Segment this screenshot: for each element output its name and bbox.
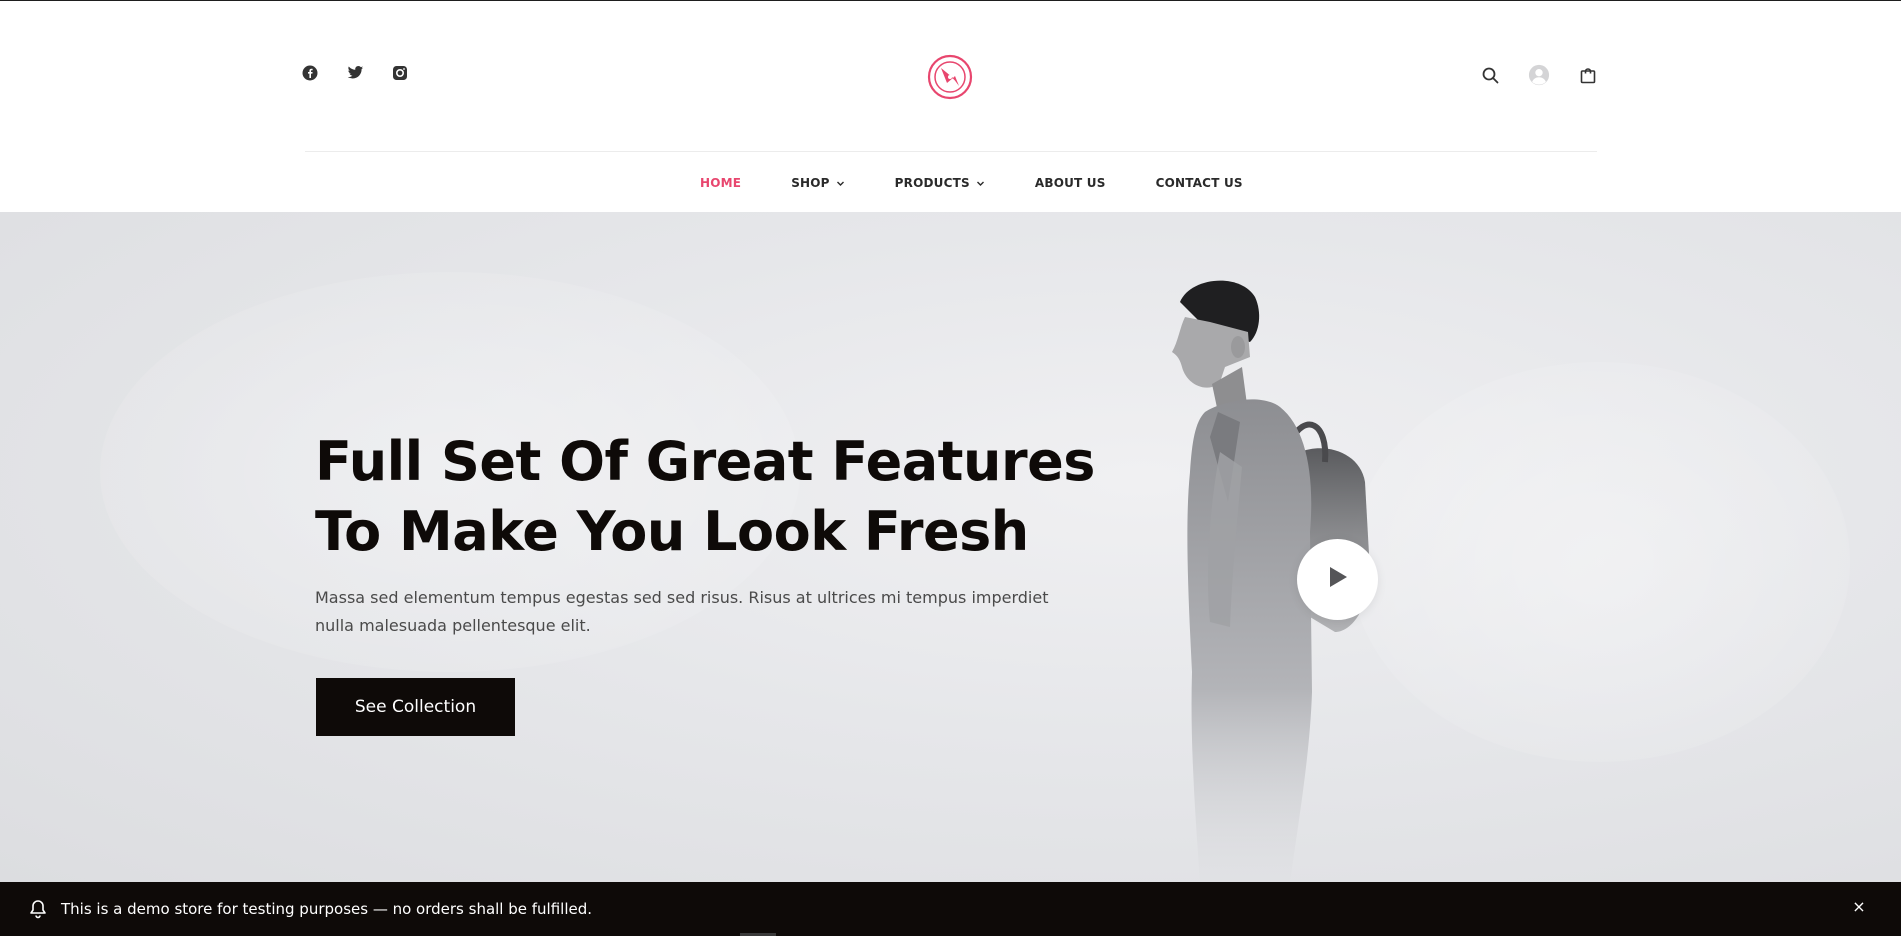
hero-subtitle-line: Massa sed elementum tempus egestas sed s… [315,588,1049,607]
hero-subtitle: Massa sed elementum tempus egestas sed s… [315,584,1055,640]
search-icon[interactable] [1479,63,1501,87]
header-divider [305,151,1597,152]
nav-item-label: CONTACT US [1155,176,1243,190]
social-links [300,63,410,83]
hero-section: Full Set Of Great Features To Make You L… [0,212,1901,882]
user-avatar-icon[interactable] [1528,63,1550,87]
demo-store-notice: This is a demo store for testing purpose… [0,882,1901,936]
bell-icon [29,899,47,919]
instagram-icon[interactable] [390,63,410,83]
shopping-bag-icon[interactable] [1577,63,1599,87]
facebook-icon[interactable] [300,63,320,83]
hero-title-line: Full Set Of Great Features [315,430,1095,493]
nav-item-label: ABOUT US [1034,176,1106,190]
play-video-button[interactable] [1297,539,1378,620]
nav-item-label: PRODUCTS [894,176,970,190]
demo-notice-text: This is a demo store for testing purpose… [61,900,593,918]
compass-logo-icon[interactable] [927,54,973,100]
see-collection-button[interactable]: See Collection [316,678,515,736]
twitter-icon[interactable] [345,63,365,83]
nav-item-label: SHOP [791,176,830,190]
nav-item-products[interactable]: PRODUCTS [895,173,985,193]
hero-subtitle-line: nulla malesuada pellentesque elit. [315,616,591,635]
play-icon [1327,565,1349,594]
chevron-down-icon [836,179,845,188]
hero-title-line: To Make You Look Fresh [315,500,1029,563]
nav-item-contact-us[interactable]: CONTACT US [1156,173,1243,193]
close-icon[interactable]: × [1849,897,1869,917]
header-actions [1479,63,1599,87]
nav-item-about-us[interactable]: ABOUT US [1035,173,1106,193]
nav-item-label: HOME [700,176,742,190]
hero-title: Full Set Of Great Features To Make You L… [315,427,1115,567]
chevron-down-icon [976,179,985,188]
nav-item-home[interactable]: HOME [700,173,741,193]
site-header: HOME SHOP PRODUCTS ABOUT US CONTACT US [0,1,1901,212]
main-nav: HOME SHOP PRODUCTS ABOUT US CONTACT US [700,173,1293,193]
nav-item-shop[interactable]: SHOP [791,173,844,193]
